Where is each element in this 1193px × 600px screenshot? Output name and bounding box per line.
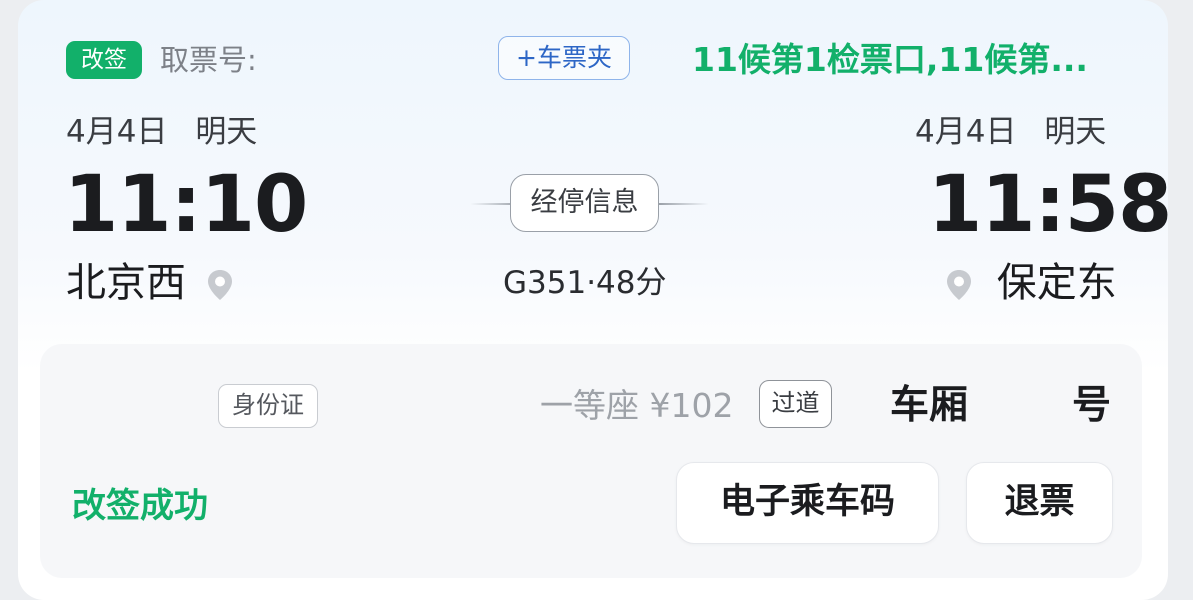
change-success-status: 改签成功: [72, 486, 208, 526]
arrive-date: 4月4日: [915, 114, 1017, 150]
depart-date-row: 4月4日 明天: [66, 112, 257, 152]
location-pin-icon[interactable]: [205, 268, 235, 302]
location-pin-icon[interactable]: [944, 268, 974, 302]
add-to-wallet-button[interactable]: +车票夹: [498, 36, 630, 80]
coach-label: 车厢: [890, 383, 969, 428]
pickup-number-label: 取票号:: [160, 43, 257, 77]
e-ticket-code-button[interactable]: 电子乘车码: [676, 462, 939, 544]
id-type-tag: 身份证: [218, 384, 318, 428]
seat-number-label: 号: [1072, 383, 1112, 428]
depart-date: 4月4日: [66, 114, 168, 150]
arrive-day: 明天: [1044, 114, 1107, 150]
ticket-details-panel: [40, 344, 1142, 578]
depart-station: 北京西: [66, 260, 186, 306]
route-line-right: [659, 203, 709, 205]
refund-button[interactable]: 退票: [966, 462, 1113, 544]
depart-time: 11:10: [64, 160, 308, 250]
stops-info-button[interactable]: 经停信息: [510, 174, 659, 232]
train-number-duration: G351·48分: [503, 265, 667, 301]
arrive-station: 保定东: [996, 260, 1117, 306]
gate-info: 11候第1检票口,11候第...: [692, 40, 1088, 79]
status-badge: 改签: [66, 41, 142, 79]
depart-day: 明天: [195, 114, 258, 150]
arrive-date-row: 4月4日 明天: [915, 112, 1106, 152]
seat-class-price: 一等座 ¥102: [540, 386, 734, 425]
arrive-station-row[interactable]: 保定东: [944, 257, 1117, 309]
depart-station-row[interactable]: 北京西: [66, 257, 235, 309]
seat-position-tag: 过道: [759, 380, 832, 428]
arrive-time: 11:58: [928, 160, 1172, 250]
